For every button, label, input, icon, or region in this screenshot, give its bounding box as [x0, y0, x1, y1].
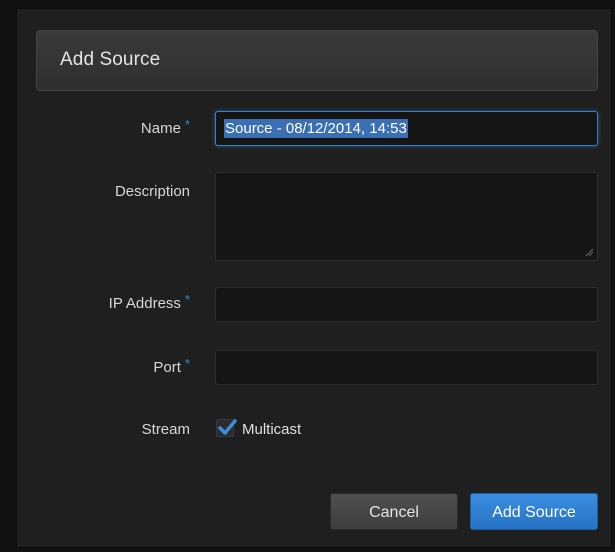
name-label-text: Name	[140, 120, 181, 137]
multicast-checkbox[interactable]	[216, 419, 237, 437]
cancel-button[interactable]: Cancel	[330, 493, 458, 530]
required-marker: *	[184, 117, 190, 132]
ip-address-input[interactable]	[215, 287, 598, 322]
description-label-text: Description	[114, 183, 190, 200]
app-background: Add Source Name * Source - 08/12/2014, 14…	[0, 0, 615, 552]
ip-address-label: IP Address *	[40, 292, 190, 312]
add-source-button[interactable]: Add Source	[470, 493, 598, 530]
stream-label: Stream	[40, 421, 190, 438]
dialog-header: Add Source	[36, 30, 598, 91]
name-input[interactable]: Source - 08/12/2014, 14:53	[215, 111, 598, 146]
description-label: Description	[40, 183, 190, 200]
add-source-dialog: Add Source Name * Source - 08/12/2014, 14…	[16, 8, 612, 548]
required-marker: *	[184, 292, 190, 307]
resize-grip-icon[interactable]	[585, 248, 594, 257]
name-input-value: Source - 08/12/2014, 14:53	[224, 119, 408, 138]
dialog-title: Add Source	[60, 49, 161, 70]
description-textarea[interactable]	[215, 172, 598, 261]
required-marker: *	[184, 356, 190, 371]
port-label: Port *	[40, 356, 190, 376]
port-label-text: Port	[153, 359, 181, 376]
ip-address-label-text: IP Address	[108, 295, 181, 312]
checkmark-icon	[218, 419, 237, 435]
multicast-label[interactable]: Multicast	[242, 421, 301, 438]
port-input[interactable]	[215, 350, 598, 385]
stream-label-text: Stream	[141, 421, 190, 438]
name-label: Name *	[40, 117, 190, 137]
